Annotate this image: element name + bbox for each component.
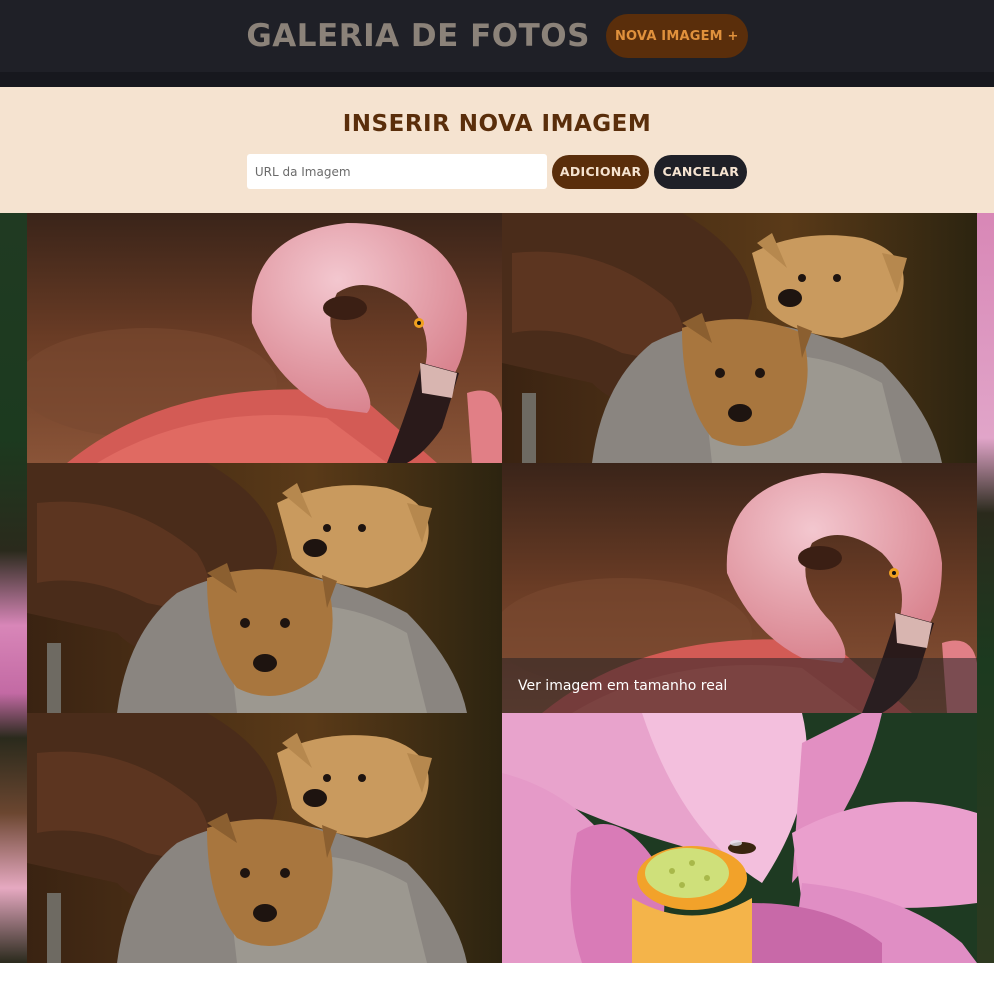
flamingo-image [27, 213, 502, 463]
gallery-tile-flamingo[interactable] [27, 213, 502, 463]
image-url-input[interactable] [246, 154, 547, 189]
puppies-image [502, 213, 977, 463]
form-row: ADICIONAR CANCELAR [246, 154, 748, 189]
add-button[interactable]: ADICIONAR [551, 154, 650, 189]
page-title: GALERIA DE FOTOS [246, 18, 590, 54]
lotus-flower-image [502, 713, 977, 963]
gallery-edge-right [977, 213, 994, 963]
form-title: INSERIR NOVA IMAGEM [342, 111, 652, 137]
gallery-tile-puppies[interactable] [27, 463, 502, 713]
new-image-button[interactable]: NOVA IMAGEM + [605, 14, 748, 58]
view-full-size-caption[interactable]: Ver imagem em tamanho real [502, 658, 977, 713]
caption-text: Ver imagem em tamanho real [518, 677, 728, 694]
header: GALERIA DE FOTOS NOVA IMAGEM + [0, 0, 994, 72]
header-divider [0, 72, 994, 87]
puppies-image [27, 713, 502, 963]
gallery-grid: Ver imagem em tamanho real [27, 213, 977, 963]
gallery: Ver imagem em tamanho real [0, 213, 994, 963]
gallery-tile-puppies[interactable] [502, 213, 977, 463]
gallery-tile-puppies[interactable] [27, 713, 502, 963]
cancel-button[interactable]: CANCELAR [654, 154, 748, 189]
puppies-image [27, 463, 502, 713]
gallery-tile-lotus-flower[interactable] [502, 713, 977, 963]
new-image-form: INSERIR NOVA IMAGEM ADICIONAR CANCELAR [0, 87, 994, 213]
gallery-tile-flamingo-hovered[interactable]: Ver imagem em tamanho real [502, 463, 977, 713]
gallery-edge-left [0, 213, 27, 963]
